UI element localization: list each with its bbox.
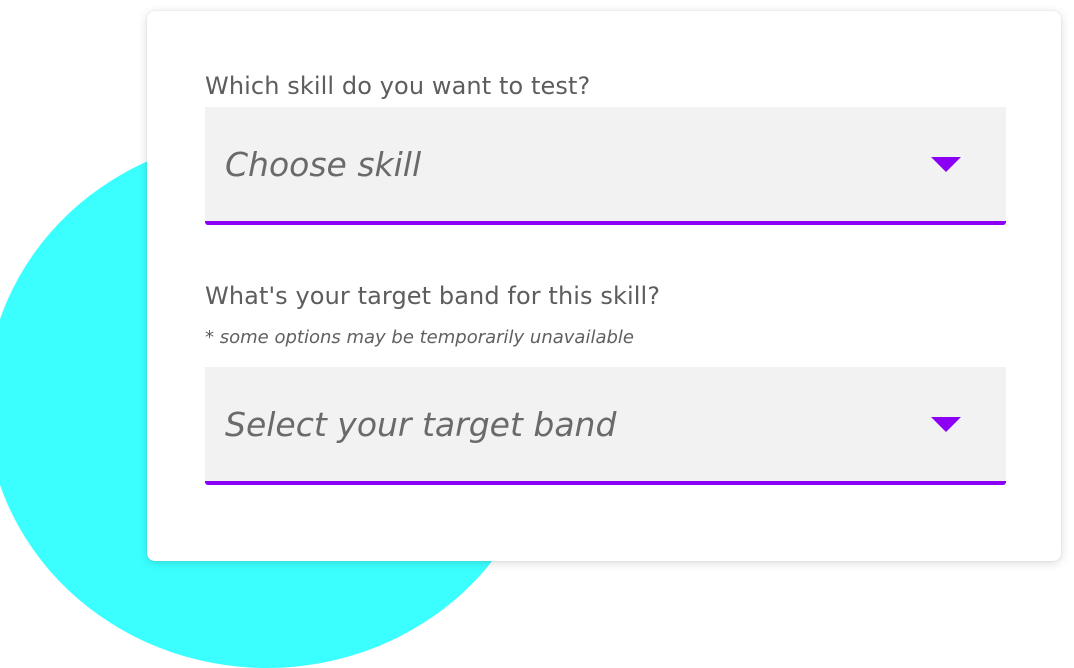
caret-down-icon <box>931 157 961 172</box>
page: Which skill do you want to test? Choose … <box>0 0 1074 668</box>
skill-label: Which skill do you want to test? <box>205 72 591 100</box>
band-select[interactable]: Select your target band <box>205 367 1006 485</box>
skill-select[interactable]: Choose skill <box>205 107 1006 225</box>
form-card: Which skill do you want to test? Choose … <box>147 11 1061 561</box>
band-hint: * some options may be temporarily unavai… <box>205 327 634 348</box>
skill-select-value: Choose skill <box>225 145 422 184</box>
caret-down-icon <box>931 417 961 432</box>
band-select-value: Select your target band <box>225 405 617 444</box>
band-label: What's your target band for this skill? <box>205 282 661 310</box>
